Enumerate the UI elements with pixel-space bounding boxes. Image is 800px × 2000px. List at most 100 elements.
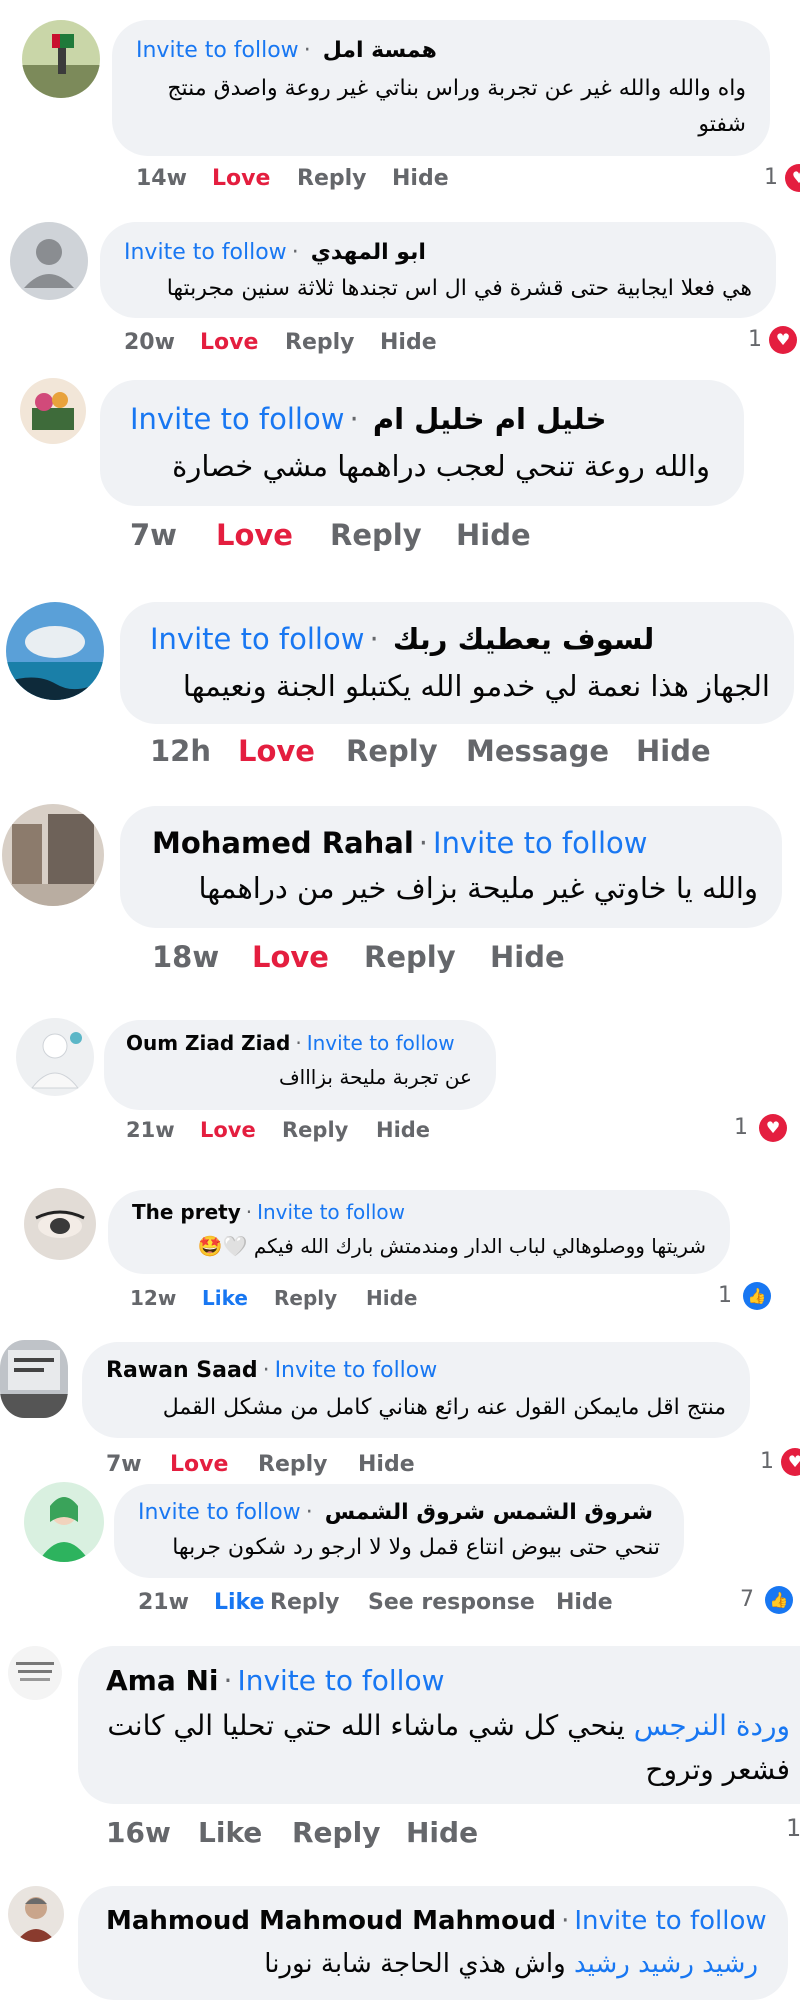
- avatar[interactable]: [20, 378, 86, 444]
- avatar[interactable]: [10, 222, 88, 300]
- comment-text: فشعر وتروح: [645, 1753, 790, 1786]
- hide-button[interactable]: Hide: [556, 1590, 613, 1615]
- timestamp[interactable]: 7w: [130, 518, 216, 552]
- love-button[interactable]: Love: [200, 330, 285, 355]
- hide-button[interactable]: Hide: [636, 734, 711, 768]
- hide-button[interactable]: Hide: [380, 330, 437, 355]
- commenter-name[interactable]: Ama Ni: [106, 1664, 219, 1697]
- commenter-name[interactable]: شروق الشمس شروق الشمس: [325, 1500, 653, 1525]
- avatar[interactable]: [8, 1646, 62, 1700]
- reaction-count[interactable]: 1: [748, 327, 762, 352]
- reply-button[interactable]: Reply: [285, 330, 380, 355]
- invite-to-follow-link[interactable]: Invite to follow: [307, 1031, 455, 1055]
- timestamp[interactable]: 20w: [124, 330, 200, 355]
- comment-text: الجهاز هذا نعمة لي خدمو الله يكتبلو الجن…: [182, 669, 770, 703]
- mention-link[interactable]: رشيد رشيد رشيد: [574, 1949, 758, 1979]
- invite-to-follow-link[interactable]: Invite to follow: [574, 1906, 766, 1936]
- timestamp[interactable]: 21w: [138, 1590, 214, 1615]
- hide-button[interactable]: Hide: [456, 518, 531, 552]
- comment-text: رشيد رشيد رشيد واش هذي الحاجة شابة نورنا: [100, 1944, 758, 1984]
- reply-button[interactable]: Reply: [330, 518, 456, 552]
- separator-dot: ·: [349, 402, 359, 436]
- commenter-name[interactable]: ابو المهدي: [311, 240, 426, 265]
- see-response-button[interactable]: See response: [368, 1590, 556, 1615]
- avatar[interactable]: [0, 1340, 68, 1418]
- timestamp[interactable]: 7w: [106, 1452, 170, 1477]
- invite-to-follow-link[interactable]: Invite to follow: [150, 622, 364, 656]
- comment-text: شفتو: [698, 112, 746, 137]
- reaction-count[interactable]: 7: [740, 1587, 754, 1612]
- commenter-name[interactable]: خليل ام خليل ام: [373, 402, 607, 436]
- mention-link[interactable]: وردة النرجس: [634, 1709, 790, 1742]
- reply-button[interactable]: Reply: [258, 1452, 358, 1477]
- emoji: 🤍🤩: [197, 1234, 248, 1258]
- hide-button[interactable]: Hide: [366, 1286, 417, 1310]
- commenter-name[interactable]: Mohamed Rahal: [152, 826, 414, 860]
- reaction-count[interactable]: 1: [718, 1283, 732, 1308]
- comment-text-content: واش هذي الحاجة شابة نورنا: [264, 1949, 566, 1979]
- comment-text: والله يا خاوتي غير مليحة بزاف خير من درا…: [198, 871, 759, 905]
- invite-to-follow-link[interactable]: Invite to follow: [237, 1664, 444, 1697]
- reply-button[interactable]: Reply: [292, 1816, 406, 1849]
- invite-to-follow-link[interactable]: Invite to follow: [136, 38, 299, 63]
- hide-button[interactable]: Hide: [406, 1816, 478, 1849]
- reaction-count[interactable]: 1: [760, 1449, 774, 1474]
- hide-button[interactable]: Hide: [358, 1452, 415, 1477]
- hide-button[interactable]: Hide: [392, 166, 449, 191]
- reply-button[interactable]: Reply: [270, 1590, 368, 1615]
- separator-dot: ·: [291, 240, 299, 265]
- invite-to-follow-link[interactable]: Invite to follow: [124, 240, 287, 265]
- invite-to-follow-link[interactable]: Invite to follow: [130, 402, 344, 436]
- timestamp[interactable]: 12h: [150, 734, 238, 768]
- reaction-count[interactable]: 1: [734, 1115, 748, 1140]
- commenter-name[interactable]: Mahmoud Mahmoud Mahmoud: [106, 1906, 556, 1936]
- timestamp[interactable]: 21w: [126, 1118, 200, 1142]
- like-button[interactable]: Like: [198, 1816, 292, 1849]
- avatar[interactable]: [2, 804, 104, 906]
- reply-button[interactable]: Reply: [282, 1118, 376, 1142]
- commenter-name[interactable]: لسوف يعطيك ربك: [393, 622, 654, 656]
- heart-icon: ♥: [759, 1114, 787, 1142]
- separator-dot: ·: [223, 1664, 233, 1697]
- invite-to-follow-link[interactable]: Invite to follow: [275, 1358, 438, 1383]
- love-button[interactable]: Love: [170, 1452, 258, 1477]
- comment-text: تنحي حتى بيوض انتاع قمل ولا لا ارجو رد ش…: [172, 1535, 660, 1560]
- commenter-name[interactable]: همسة امل: [323, 38, 437, 63]
- timestamp[interactable]: 18w: [152, 940, 252, 974]
- reply-button[interactable]: Reply: [274, 1286, 366, 1310]
- timestamp[interactable]: 16w: [106, 1816, 198, 1849]
- comment-text: عن تجربة مليحة بزاااف: [278, 1065, 472, 1089]
- invite-to-follow-link[interactable]: Invite to follow: [138, 1500, 301, 1525]
- avatar[interactable]: [16, 1018, 94, 1096]
- invite-to-follow-link[interactable]: Invite to follow: [433, 826, 647, 860]
- hide-button[interactable]: Hide: [376, 1118, 430, 1142]
- like-button[interactable]: Like: [214, 1590, 270, 1615]
- commenter-name[interactable]: Rawan Saad: [106, 1358, 258, 1383]
- love-button[interactable]: Love: [238, 734, 346, 768]
- reaction-count[interactable]: 1: [764, 165, 778, 190]
- love-button[interactable]: Love: [212, 166, 297, 191]
- separator-dot: ·: [561, 1906, 570, 1936]
- hide-button[interactable]: Hide: [490, 940, 565, 974]
- timestamp[interactable]: 14w: [136, 166, 212, 191]
- avatar[interactable]: [24, 1482, 104, 1562]
- avatar[interactable]: [6, 602, 104, 700]
- invite-to-follow-link[interactable]: Invite to follow: [257, 1200, 405, 1224]
- love-button[interactable]: Love: [252, 940, 364, 974]
- love-button[interactable]: Love: [216, 518, 330, 552]
- commenter-name[interactable]: Oum Ziad Ziad: [126, 1031, 290, 1055]
- message-button[interactable]: Message: [466, 734, 636, 768]
- timestamp[interactable]: 12w: [130, 1286, 202, 1310]
- reaction-count[interactable]: 1: [786, 1814, 800, 1842]
- avatar[interactable]: [22, 20, 100, 98]
- like-button[interactable]: Like: [202, 1286, 274, 1310]
- reply-button[interactable]: Reply: [364, 940, 490, 974]
- love-button[interactable]: Love: [200, 1118, 282, 1142]
- avatar[interactable]: [24, 1188, 96, 1260]
- commenter-name[interactable]: The prety: [132, 1200, 241, 1224]
- reply-button[interactable]: Reply: [346, 734, 466, 768]
- comment-text-content: ينحي كل شي ماشاء الله حتي تحليا الي كانت: [107, 1709, 625, 1742]
- separator-dot: ·: [245, 1200, 253, 1224]
- avatar[interactable]: [8, 1886, 64, 1942]
- reply-button[interactable]: Reply: [297, 166, 392, 191]
